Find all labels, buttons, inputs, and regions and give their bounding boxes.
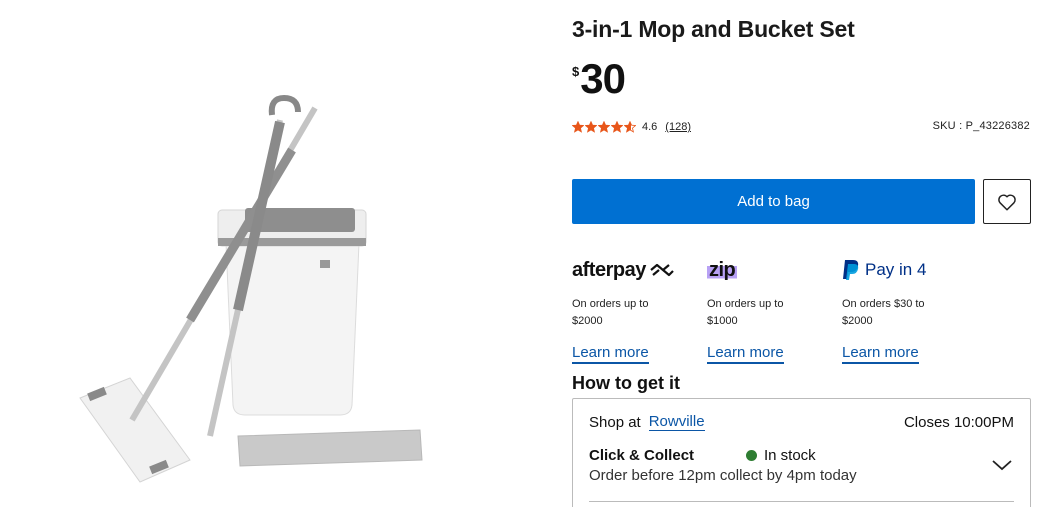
- star-icon: [572, 121, 584, 133]
- review-count-link[interactable]: (128): [665, 121, 691, 133]
- store-link[interactable]: Rowville: [648, 413, 705, 431]
- collect-timing: Order before 12pm collect by 4pm today: [589, 467, 857, 484]
- payment-zip: zip On orders up to $1000 Learn more: [707, 256, 842, 364]
- fulfilment-panel: Shop at Rowville Closes 10:00PM Click & …: [572, 398, 1031, 507]
- zip-learn-more-link[interactable]: Learn more: [707, 344, 784, 364]
- sku-label: SKU : P_43226382: [932, 120, 1030, 132]
- add-to-bag-button[interactable]: Add to bag: [572, 179, 975, 224]
- rating-stars: [572, 121, 637, 133]
- product-title: 3-in-1 Mop and Bucket Set: [572, 16, 855, 42]
- heart-icon: [998, 194, 1016, 211]
- paypal-logo: Pay in 4: [842, 256, 977, 284]
- payment-paypal: Pay in 4 On orders $30 to $2000 Learn mo…: [842, 256, 977, 364]
- currency-symbol: $: [572, 64, 580, 79]
- click-collect-row[interactable]: Click & Collect In stock Order before 12…: [589, 447, 1014, 487]
- paypal-logo-text: Pay in 4: [865, 260, 927, 279]
- afterpay-description: On orders up to $2000: [572, 298, 649, 327]
- star-icon: [598, 121, 610, 133]
- star-icon: [585, 121, 597, 133]
- afterpay-learn-more-link[interactable]: Learn more: [572, 344, 649, 364]
- how-to-get-it-heading: How to get it: [572, 373, 680, 393]
- product-info: 3-in-1 Mop and Bucket Set $ 30 4.6 (128)…: [572, 0, 1032, 507]
- star-icon: [624, 121, 636, 133]
- product-image[interactable]: [60, 80, 440, 490]
- shop-at-label: Shop at: [589, 413, 641, 431]
- paypal-description: On orders $30 to $2000: [842, 298, 925, 327]
- wishlist-button[interactable]: [983, 179, 1031, 224]
- afterpay-logo-text: afterpay: [572, 258, 646, 281]
- zip-logo-text: zip: [707, 258, 738, 282]
- product-price: $ 30: [572, 55, 626, 102]
- shop-row: Shop at Rowville Closes 10:00PM: [589, 412, 1014, 432]
- star-icon: [611, 121, 623, 133]
- in-stock-dot-icon: [746, 450, 757, 461]
- store-closing-time: Closes 10:00PM: [903, 413, 1014, 431]
- paypal-learn-more-link[interactable]: Learn more: [842, 344, 919, 364]
- price-amount: 30: [580, 55, 626, 102]
- afterpay-arrows-icon: [650, 263, 674, 277]
- paypal-icon: [843, 260, 859, 280]
- stock-status: In stock: [746, 447, 816, 464]
- zip-description: On orders up to $1000: [707, 298, 784, 327]
- product-gallery: [0, 0, 540, 507]
- rating-value: 4.6: [642, 121, 658, 133]
- afterpay-logo: afterpay: [572, 256, 707, 284]
- stock-label: In stock: [764, 447, 816, 464]
- payment-afterpay: afterpay On orders up to $2000 Learn mor…: [572, 256, 707, 364]
- zip-logo: zip: [707, 256, 842, 284]
- chevron-down-icon[interactable]: [990, 457, 1014, 473]
- divider: [589, 501, 1014, 502]
- rating-row: 4.6 (128) SKU : P_43226382: [572, 118, 1032, 136]
